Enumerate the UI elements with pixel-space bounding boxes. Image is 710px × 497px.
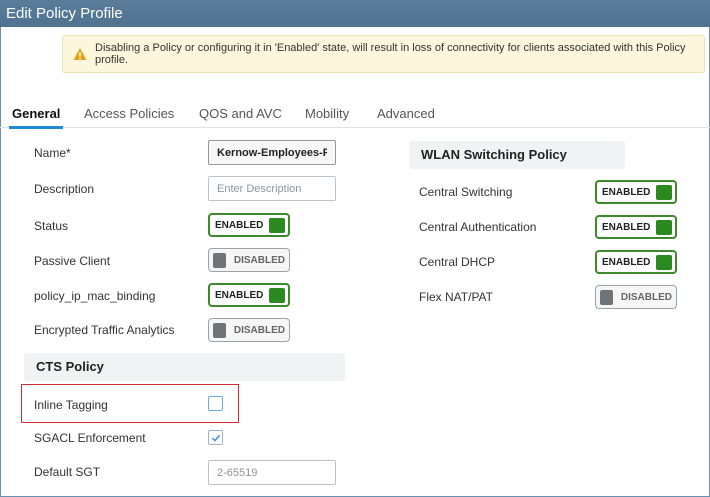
passive-client-toggle[interactable]: DISABLED xyxy=(208,248,290,272)
toggle-knob xyxy=(600,289,613,305)
inline-tagging-label: Inline Tagging xyxy=(34,398,108,412)
window-title: Edit Policy Profile xyxy=(0,0,710,27)
eta-toggle-text: DISABLED xyxy=(233,324,285,336)
toggle-knob xyxy=(213,322,226,338)
central-auth-toggle[interactable]: ENABLED xyxy=(595,215,677,239)
passive-client-toggle-text: DISABLED xyxy=(233,254,285,266)
ip-mac-binding-toggle-text: ENABLED xyxy=(215,289,264,301)
tab-access-policies[interactable]: Access Policies xyxy=(84,106,174,128)
inline-tagging-checkbox[interactable] xyxy=(208,396,223,411)
central-auth-label: Central Authentication xyxy=(419,220,537,234)
central-dhcp-toggle-text: ENABLED xyxy=(602,256,651,268)
status-toggle[interactable]: ENABLED xyxy=(208,213,290,237)
eta-toggle[interactable]: DISABLED xyxy=(208,318,290,342)
eta-label: Encrypted Traffic Analytics xyxy=(34,323,175,337)
toggle-knob xyxy=(269,217,285,233)
central-auth-toggle-text: ENABLED xyxy=(602,221,651,233)
tab-mobility[interactable]: Mobility xyxy=(305,106,349,128)
status-toggle-text: ENABLED xyxy=(215,219,264,231)
central-switching-label: Central Switching xyxy=(419,185,513,199)
wlan-switching-header: WLAN Switching Policy xyxy=(409,141,625,169)
warning-text: Disabling a Policy or configuring it in … xyxy=(95,42,686,66)
toggle-knob xyxy=(269,287,285,303)
tab-bar: General Access Policies QOS and AVC Mobi… xyxy=(0,100,710,129)
toggle-knob xyxy=(213,252,226,268)
sgacl-label: SGACL Enforcement xyxy=(34,431,146,445)
description-input[interactable] xyxy=(208,176,336,201)
warning-triangle-icon xyxy=(73,48,87,60)
tab-advanced[interactable]: Advanced xyxy=(377,106,435,128)
name-input[interactable] xyxy=(208,140,336,165)
cts-policy-header: CTS Policy xyxy=(24,353,345,381)
flex-nat-label: Flex NAT/PAT xyxy=(419,290,494,304)
description-label: Description xyxy=(34,182,95,196)
name-label: Name* xyxy=(34,146,71,160)
ip-mac-binding-label: policy_ip_mac_binding xyxy=(34,289,156,303)
toggle-knob xyxy=(656,184,672,200)
toggle-knob xyxy=(656,219,672,235)
tab-general[interactable]: General xyxy=(8,106,64,129)
toggle-knob xyxy=(656,254,672,270)
checkmark-icon xyxy=(212,434,221,442)
status-label: Status xyxy=(34,219,69,233)
warning-banner: Disabling a Policy or configuring it in … xyxy=(62,35,705,73)
ip-mac-binding-toggle[interactable]: ENABLED xyxy=(208,283,290,307)
central-dhcp-toggle[interactable]: ENABLED xyxy=(595,250,677,274)
central-switching-toggle[interactable]: ENABLED xyxy=(595,180,677,204)
flex-nat-toggle[interactable]: DISABLED xyxy=(595,285,677,309)
central-switching-toggle-text: ENABLED xyxy=(602,186,651,198)
default-sgt-label: Default SGT xyxy=(34,465,101,479)
flex-nat-toggle-text: DISABLED xyxy=(620,291,672,303)
passive-client-label: Passive Client xyxy=(34,254,111,268)
central-dhcp-label: Central DHCP xyxy=(419,255,496,269)
sgacl-checkbox[interactable] xyxy=(208,430,223,445)
tab-qos-and-avc[interactable]: QOS and AVC xyxy=(199,106,282,128)
default-sgt-input[interactable] xyxy=(208,460,336,485)
